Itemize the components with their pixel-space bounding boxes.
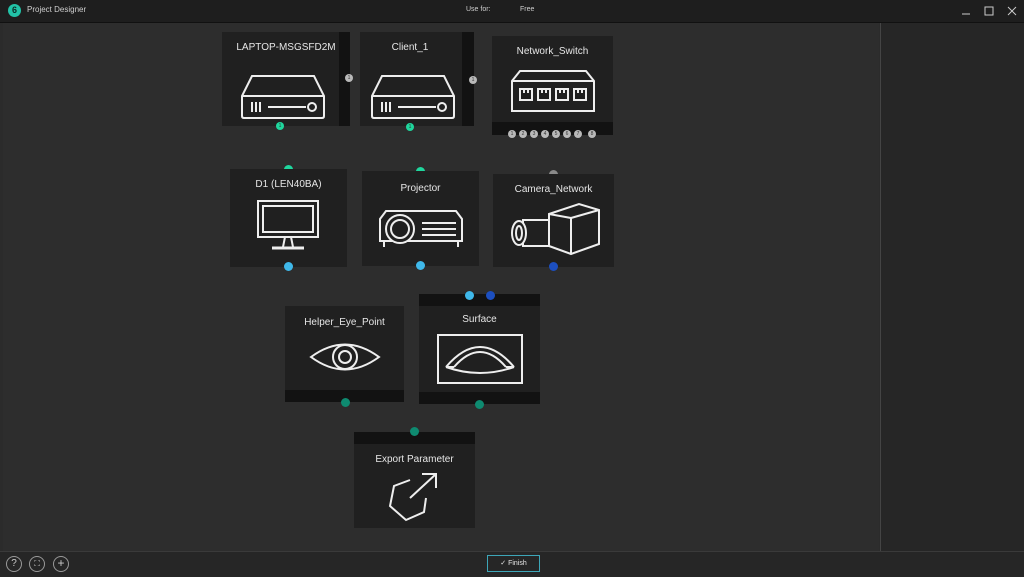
server-box-icon: [370, 74, 456, 120]
surface-icon: [436, 333, 524, 385]
switch-port-4[interactable]: 4: [541, 130, 549, 138]
app-logo-icon: 6: [8, 4, 21, 17]
server-box-icon: [240, 74, 326, 120]
output-port[interactable]: [284, 262, 293, 271]
switch-port-6[interactable]: 6: [563, 130, 571, 138]
input-port[interactable]: [465, 291, 474, 300]
node-title: Surface: [462, 314, 497, 325]
switch-port-2[interactable]: 2: [519, 130, 527, 138]
node-title: Helper_Eye_Point: [304, 317, 385, 328]
finish-button[interactable]: ✓ Finish: [487, 555, 540, 572]
node-eye-point[interactable]: Helper_Eye_Point: [285, 306, 404, 402]
switch-port-7[interactable]: 7: [574, 130, 582, 138]
bottom-toolbar: ? ⛶ + ✓ Finish: [0, 551, 1024, 577]
port-badge[interactable]: 1: [345, 74, 353, 82]
node-title: Projector: [400, 183, 441, 194]
output-port[interactable]: 1: [406, 123, 414, 131]
switch-port-8[interactable]: 8: [588, 130, 596, 138]
node-client[interactable]: Client_1: [360, 32, 474, 126]
add-node-button[interactable]: +: [53, 556, 69, 572]
node-title: Client_1: [391, 42, 429, 53]
maximize-icon[interactable]: [981, 3, 997, 19]
output-port[interactable]: [341, 398, 350, 407]
node-title: Camera_Network: [514, 184, 593, 195]
export-icon: [388, 472, 440, 522]
node-top-strip: [419, 294, 540, 306]
node-display[interactable]: D1 (LEN40BA): [230, 169, 347, 267]
node-projector[interactable]: Projector: [362, 171, 479, 266]
node-export[interactable]: Export Parameter: [354, 432, 475, 528]
use-for-value[interactable]: Free: [520, 6, 534, 13]
output-port[interactable]: [549, 262, 558, 271]
camera-icon: [509, 202, 601, 256]
node-title: Network_Switch: [516, 46, 589, 57]
node-camera[interactable]: Camera_Network: [493, 174, 614, 267]
output-port[interactable]: 1: [276, 122, 284, 130]
use-for-label: Use for:: [466, 6, 491, 13]
properties-panel: [880, 23, 1024, 551]
output-port[interactable]: [475, 400, 484, 409]
app-title: Project Designer: [27, 5, 87, 14]
node-title: LAPTOP-MSGSFD2M: [236, 42, 336, 53]
eye-icon: [309, 340, 381, 374]
output-port[interactable]: [416, 261, 425, 270]
input-port[interactable]: [410, 427, 419, 436]
node-network-switch[interactable]: Network_Switch: [492, 36, 613, 135]
finish-label: Finish: [508, 560, 527, 567]
node-title: D1 (LEN40BA): [255, 179, 322, 190]
port-badge[interactable]: 1: [469, 76, 477, 84]
switch-port-5[interactable]: 5: [552, 130, 560, 138]
node-laptop[interactable]: LAPTOP-MSGSFD2M: [222, 32, 350, 126]
switch-port-1[interactable]: 1: [508, 130, 516, 138]
node-title: Export Parameter: [375, 454, 454, 465]
fit-view-button[interactable]: ⛶: [29, 556, 45, 572]
node-surface[interactable]: Surface: [419, 294, 540, 404]
check-icon: ✓: [500, 560, 507, 567]
minimize-icon[interactable]: [958, 3, 974, 19]
network-switch-icon: [510, 69, 596, 113]
title-bar: 6 Project Designer Use for: Free: [0, 0, 1024, 23]
help-button[interactable]: ?: [6, 556, 22, 572]
projector-icon: [376, 205, 466, 251]
input-port[interactable]: [486, 291, 495, 300]
close-icon[interactable]: [1004, 3, 1020, 19]
monitor-icon: [256, 199, 320, 253]
switch-port-3[interactable]: 3: [530, 130, 538, 138]
